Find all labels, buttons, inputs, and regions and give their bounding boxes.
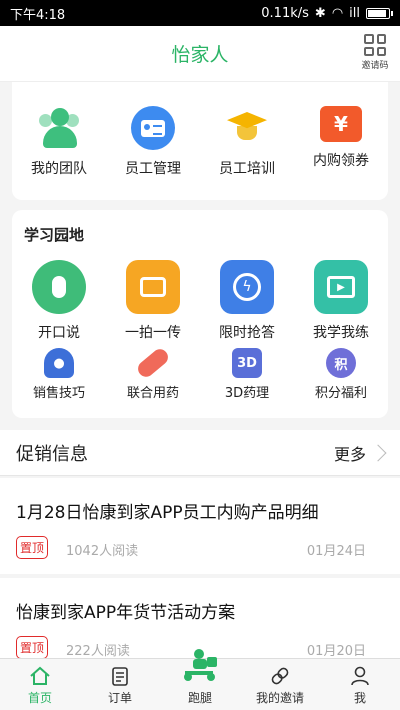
speak-label: 开口说 [38, 325, 80, 341]
pinned-badge: 置顶 [16, 636, 49, 659]
network-speed: 0.11k/s [261, 5, 309, 21]
signal-icon: ill [349, 5, 360, 21]
chevron-right-icon[interactable] [369, 444, 387, 461]
photo-upload-button[interactable]: 一拍一传 [106, 260, 200, 342]
home-icon [29, 666, 51, 686]
practice-button[interactable]: ▶ 我学我练 [294, 260, 388, 342]
play-video-icon: ▶ [314, 260, 368, 314]
link-icon [269, 666, 291, 686]
nav-orders-label: 订单 [107, 691, 132, 705]
read-count: 222人阅读 [66, 644, 130, 659]
team-icon [37, 106, 81, 150]
nav-errand-label: 跑腿 [187, 691, 212, 705]
combined-medication-button[interactable]: 联合用药 [106, 345, 200, 401]
quiz-button[interactable]: ϟ 限时抢答 [200, 260, 294, 342]
invite-code-label: 邀请码 [361, 61, 389, 71]
staff-management-label: 员工管理 [125, 161, 181, 177]
photo-upload-label: 一拍一传 [125, 325, 181, 341]
staff-card-icon [131, 106, 175, 150]
3d-pharmacology-label: 3D药理 [224, 386, 270, 401]
battery-icon [366, 7, 393, 19]
function-card: 我的团队 员工管理 员工培训 ¥ 内购领券 [12, 82, 388, 200]
read-count: 1042人阅读 [66, 544, 139, 559]
stopwatch-icon: ϟ [220, 260, 274, 314]
3d-cube-icon: 3D [232, 348, 262, 378]
staff-training-button[interactable]: 员工培训 [200, 106, 294, 178]
points-welfare-label: 积分福利 [314, 386, 367, 401]
coupon-button[interactable]: ¥ 内购领券 [294, 106, 388, 178]
pinned-badge: 置顶 [16, 536, 49, 559]
qr-code-icon [364, 34, 386, 56]
camera-icon [126, 260, 180, 314]
sales-skills-label: 销售技巧 [32, 386, 85, 401]
graduation-cap-icon [225, 106, 269, 150]
nav-home[interactable]: 首页 [0, 659, 80, 710]
sales-person-icon: ● [44, 348, 74, 378]
nav-me[interactable]: 我 [320, 659, 400, 710]
nav-errand[interactable]: 跑腿 [160, 649, 240, 710]
coupon-label: 内购领券 [313, 153, 369, 169]
bluetooth-icon: ✱ [314, 5, 326, 21]
profile-icon [349, 666, 371, 686]
page-title: 怡家人 [171, 44, 229, 66]
microphone-icon [32, 260, 86, 314]
staff-training-label: 员工培训 [219, 161, 275, 177]
news-date: 01月24日 [306, 544, 366, 559]
combined-medication-label: 联合用药 [126, 386, 179, 401]
status-bar: 下午4:18 0.11k/s ✱ ◠ ill [0, 0, 400, 26]
staff-management-button[interactable]: 员工管理 [106, 106, 200, 178]
points-gift-icon: 积 [326, 348, 356, 378]
status-time: 下午4:18 [10, 7, 66, 23]
3d-pharmacology-button[interactable]: 3D 3D药理 [200, 348, 294, 401]
nav-me-label: 我 [353, 691, 366, 705]
speak-button[interactable]: 开口说 [12, 260, 106, 342]
points-welfare-button[interactable]: 积 积分福利 [294, 348, 388, 401]
news-title: 怡康到家APP年货节活动方案 [16, 603, 236, 623]
bottom-nav: 首页 订单 跑腿 我的邀请 我 [0, 649, 400, 710]
promo-title: 促销信息 [16, 443, 88, 465]
my-team-label: 我的团队 [31, 161, 87, 177]
invite-code-button[interactable]: 邀请码 [360, 34, 390, 71]
order-list-icon [109, 666, 131, 686]
quiz-label: 限时抢答 [219, 325, 275, 341]
list-item[interactable]: 1月28日怡康到家APP员工内购产品明细 置顶 1042人阅读 01月24日 [0, 478, 400, 574]
learning-card: 学习园地 开口说 一拍一传 ϟ 限时抢答 ▶ 我学我练 ● 销售技巧 联合用药 … [12, 210, 388, 418]
nav-invites-label: 我的邀请 [255, 691, 304, 705]
nav-home-label: 首页 [27, 691, 52, 705]
sales-skills-button[interactable]: ● 销售技巧 [12, 348, 106, 401]
wifi-icon: ◠ [331, 5, 344, 21]
promo-header: 促销信息 更多 [0, 430, 400, 476]
practice-label: 我学我练 [313, 325, 369, 341]
nav-orders[interactable]: 订单 [80, 659, 160, 710]
coupon-icon: ¥ [320, 106, 362, 142]
delivery-rider-icon [184, 649, 217, 681]
news-title: 1月28日怡康到家APP员工内购产品明细 [16, 503, 319, 523]
my-team-button[interactable]: 我的团队 [12, 106, 106, 178]
nav-invites[interactable]: 我的邀请 [240, 659, 320, 710]
learning-section-title: 学习园地 [24, 226, 85, 244]
pill-icon [134, 345, 172, 381]
news-date: 01月20日 [306, 644, 366, 659]
more-link[interactable]: 更多 [334, 441, 366, 465]
app-header: 怡家人 邀请码 [0, 26, 400, 82]
